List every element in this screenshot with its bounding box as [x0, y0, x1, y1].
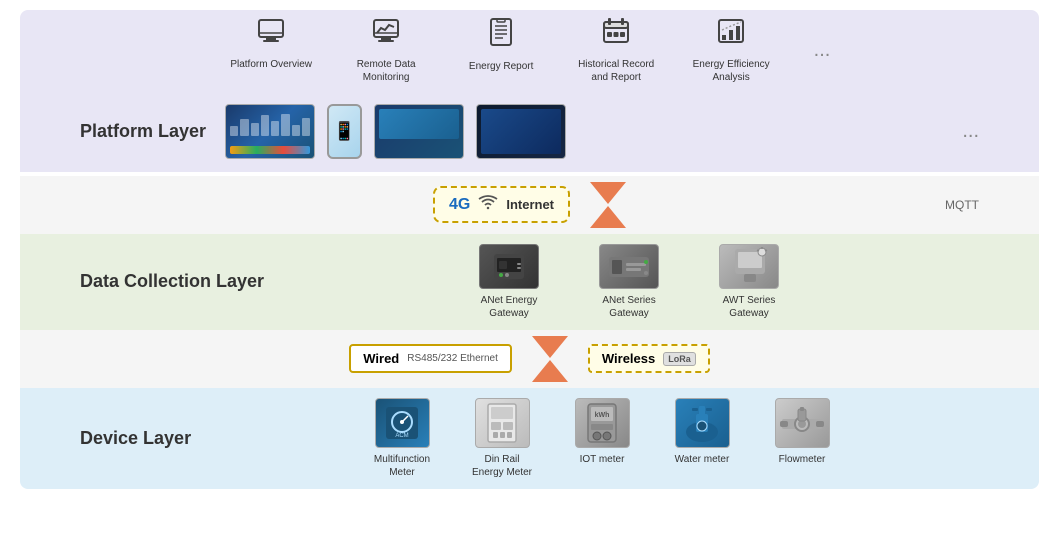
device-layer: Device Layer ACM MultifunctionMeter: [20, 388, 1039, 489]
icon-remote-data-label: Remote DataMonitoring: [357, 58, 416, 84]
dark-screen: [476, 104, 566, 159]
iot-meter: kWh IOT meter: [562, 398, 642, 466]
anet-series-label: ANet Series Gateway: [584, 294, 674, 320]
flowmeter: Flowmeter: [762, 398, 842, 466]
icon-platform-overview-label: Platform Overview: [230, 58, 312, 71]
phone-screen: 📱: [327, 104, 362, 159]
connection-row: 4G Internet MQTT: [20, 176, 1039, 234]
anet-energy-gateway: ANet Energy Gateway: [464, 244, 554, 320]
flowmeter-label: Flowmeter: [779, 453, 826, 466]
device-layer-label: Device Layer: [80, 428, 210, 449]
anet-series-icon: [599, 244, 659, 289]
more-dots-top: ...: [814, 39, 831, 62]
dashboard-screen: [225, 104, 315, 159]
wireless-label: Wireless: [602, 351, 655, 366]
icon-historical-record: Historical Recordand Report: [574, 18, 659, 84]
arrow-up: [590, 206, 626, 228]
wired-box: Wired RS485/232 Ethernet: [349, 344, 512, 373]
din-rail-label: Din RailEnergy Meter: [472, 453, 532, 479]
device-icons-bottom: ACM MultifunctionMeter: [225, 398, 979, 479]
wireless-box: Wireless LoRa: [588, 344, 710, 373]
icon-platform-overview: Platform Overview: [229, 18, 314, 71]
anet-energy-label: ANet Energy Gateway: [464, 294, 554, 320]
arrow-up-2: [532, 360, 568, 382]
water-meter: Water meter: [662, 398, 742, 466]
din-rail-energy-meter: Din RailEnergy Meter: [462, 398, 542, 479]
icon-remote-data: Remote DataMonitoring: [344, 18, 429, 84]
awt-series-label: AWT Series Gateway: [704, 294, 794, 320]
signal-4g-label: 4G: [449, 196, 470, 214]
water-meter-icon: [675, 398, 730, 448]
din-rail-icon: [475, 398, 530, 448]
collection-devices-row: ANet Energy Gateway ANet Series Gateway: [279, 244, 979, 320]
screen-thumbnails: 📱: [225, 104, 937, 159]
wired-sub-label: RS485/232 Ethernet: [407, 353, 498, 364]
platform-layer: Platform Layer 📱: [20, 92, 1039, 172]
wired-label: Wired: [363, 351, 399, 366]
multifunction-meter-label: MultifunctionMeter: [374, 453, 430, 479]
flowmeter-icon: [775, 398, 830, 448]
collection-layer-label: Data Collection Layer: [80, 271, 264, 292]
icon-energy-efficiency: Energy EfficiencyAnalysis: [689, 18, 774, 84]
signal-wifi-icon: [478, 194, 498, 215]
anet-energy-icon: [479, 244, 539, 289]
laptop-screen: [374, 104, 464, 159]
lora-badge: LoRa: [663, 352, 696, 366]
more-dots-platform: ...: [962, 120, 979, 143]
collection-layer: Data Collection Layer ANet Energy Gatewa…: [20, 234, 1039, 330]
wired-wireless-row: Wired RS485/232 Ethernet Wireless LoRa: [20, 330, 1039, 388]
icon-energy-report-label: Energy Report: [469, 60, 533, 73]
icon-energy-efficiency-label: Energy EfficiencyAnalysis: [693, 58, 770, 84]
connection-arrows: [590, 182, 626, 228]
svg-text:ACM: ACM: [395, 433, 408, 439]
water-meter-label: Water meter: [675, 453, 730, 466]
platform-layer-label: Platform Layer: [80, 121, 210, 142]
multifunction-meter-icon: ACM: [375, 398, 430, 448]
icon-energy-report: Energy Report: [459, 18, 544, 73]
arrow-down-2: [532, 336, 568, 358]
awt-series-gateway: AWT Series Gateway: [704, 244, 794, 320]
iot-meter-label: IOT meter: [580, 453, 625, 466]
signal-box: 4G Internet: [433, 186, 570, 223]
architecture-diagram: Platform Overview Remote DataMonitoring: [0, 0, 1059, 554]
anet-series-gateway: ANet Series Gateway: [584, 244, 674, 320]
mqtt-label: MQTT: [945, 198, 979, 212]
multifunction-meter: ACM MultifunctionMeter: [362, 398, 442, 479]
iot-meter-icon: kWh: [575, 398, 630, 448]
top-icons-row: Platform Overview Remote DataMonitoring: [20, 10, 1039, 92]
svg-text:kWh: kWh: [595, 412, 610, 419]
internet-label: Internet: [506, 197, 554, 212]
icon-historical-record-label: Historical Recordand Report: [578, 58, 654, 84]
wired-wireless-arrows: [532, 336, 568, 382]
awt-series-icon: [719, 244, 779, 289]
arrow-down: [590, 182, 626, 204]
